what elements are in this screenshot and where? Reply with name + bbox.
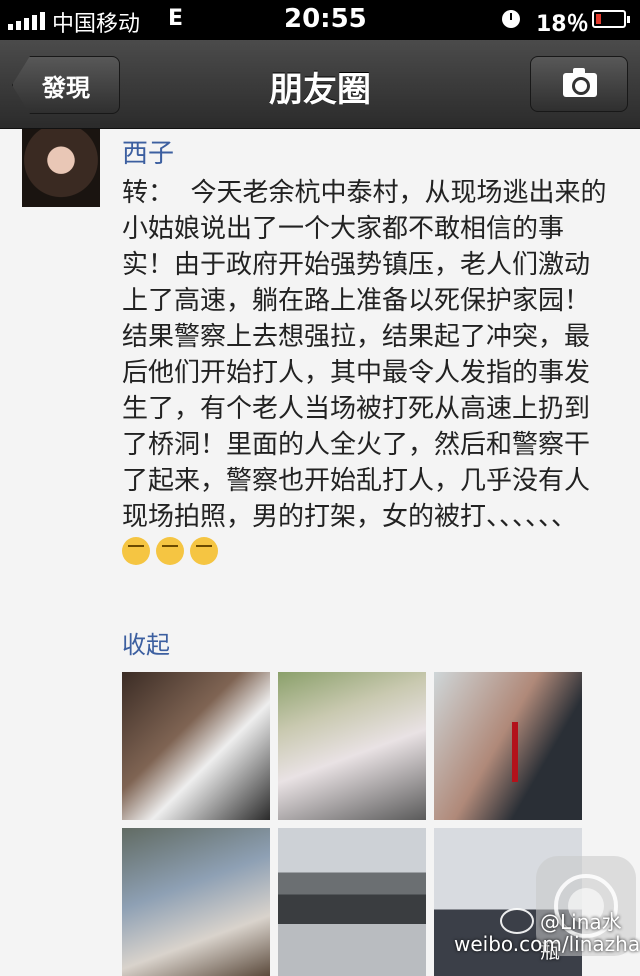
author-name[interactable]: 西子 xyxy=(122,133,174,170)
network-type: E xyxy=(168,6,184,31)
battery-percent: 18％ xyxy=(536,12,589,37)
carrier-label: 中国移动 xyxy=(52,12,141,37)
photo-thumbnail-1[interactable] xyxy=(122,672,270,820)
battery-icon xyxy=(592,10,630,28)
weibo-logo-icon xyxy=(500,908,534,934)
photo-thumbnail-2[interactable] xyxy=(278,672,426,820)
photo-thumbnail-5[interactable] xyxy=(278,828,426,976)
clock-icon xyxy=(502,10,520,28)
moments-feed[interactable]: 西子 转： 今天老余杭中泰村，从现场逃出来的小姑娘说出了一个大家都不敢相信的事实… xyxy=(0,129,640,976)
camera-icon xyxy=(563,68,597,97)
avatar[interactable] xyxy=(22,129,100,207)
collapse-link[interactable]: 收起 xyxy=(122,625,170,660)
clock-time: 20:55 xyxy=(284,4,367,34)
camera-button[interactable] xyxy=(530,56,628,112)
post-body: 转： 今天老余杭中泰村，从现场逃出来的小姑娘说出了一个大家都不敢相信的事实！由于… xyxy=(122,178,607,532)
crying-emoji-icon xyxy=(122,537,150,565)
photo-thumbnail-4[interactable] xyxy=(122,828,270,976)
signal-bars-icon xyxy=(8,10,45,30)
nav-bar: 發現 朋友圈 xyxy=(0,40,640,129)
crying-emoji-icon xyxy=(156,537,184,565)
photo-thumbnail-3[interactable] xyxy=(434,672,582,820)
watermark-url: weibo.com/linazhang xyxy=(454,932,640,956)
status-bar: 中国移动 E 20:55 18％ xyxy=(0,0,640,40)
crying-emoji-icon xyxy=(190,537,218,565)
post-text: 转： 今天老余杭中泰村，从现场逃出来的小姑娘说出了一个大家都不敢相信的事实！由于… xyxy=(122,175,612,571)
